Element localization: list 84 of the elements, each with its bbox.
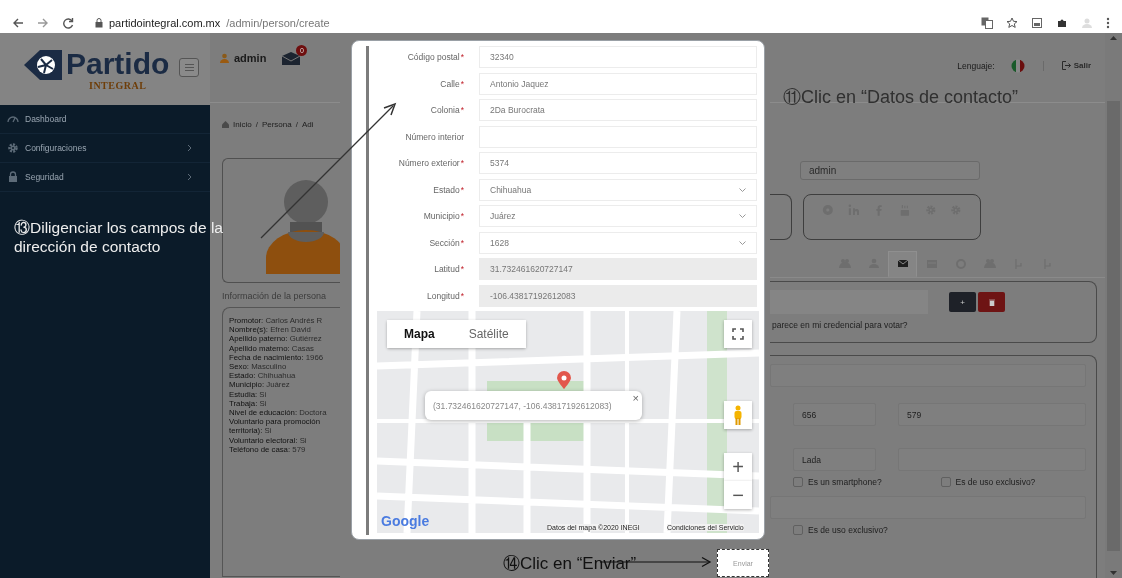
dropdown[interactable]: 1628: [479, 231, 757, 254]
coordinates-text: (31.732461620727147, -106.43817192612083): [433, 400, 612, 411]
sidebar-item[interactable]: Configuraciones: [0, 134, 210, 163]
envelope-icon[interactable]: [281, 50, 302, 65]
lock-icon: [95, 18, 103, 28]
field-label: Municipio*: [422, 211, 464, 221]
breadcrumb-separator: /: [295, 119, 298, 129]
field-label: Número interior: [404, 131, 464, 142]
delete-button[interactable]: [978, 292, 1005, 312]
close-button[interactable]: ×: [632, 392, 639, 404]
logo-subtitle: INTEGRAL: [89, 79, 147, 91]
field-label: Longitud*: [426, 290, 464, 301]
reload-icon[interactable]: [62, 17, 74, 29]
breadcrumb-link[interactable]: Inicio: [233, 119, 252, 129]
chevron-down-icon: [739, 187, 746, 192]
field-label: Sección*: [428, 237, 464, 248]
zoom-in-button[interactable]: +: [724, 453, 752, 481]
gauge-icon: [7, 113, 19, 125]
fullscreen-icon: [732, 328, 744, 340]
user-icon: [220, 52, 229, 63]
field-label: Calle*: [439, 78, 464, 89]
star-icon[interactable]: [1006, 17, 1018, 29]
area-code-field[interactable]: Lada: [793, 448, 876, 471]
chevron-down-icon: [739, 240, 746, 245]
map-type-tab[interactable]: Satélite: [451, 320, 526, 348]
sidebar-item[interactable]: Dashboard: [0, 105, 210, 134]
chevron-down-icon: [739, 214, 746, 218]
trash-icon: [988, 298, 995, 306]
input-field[interactable]: 32340: [479, 46, 757, 68]
pegman-button[interactable]: [724, 401, 752, 429]
logo-wordmark: Partido: [66, 47, 170, 80]
area-code-field[interactable]: 656: [793, 403, 876, 426]
sidebar-item[interactable]: Seguridad: [0, 163, 210, 192]
forward-icon[interactable]: [37, 17, 49, 29]
map-pin-icon: [557, 371, 571, 389]
input-field[interactable]: 31.732461620727147: [479, 258, 757, 280]
map-type-tab[interactable]: Mapa: [387, 320, 452, 348]
input-field[interactable]: 2Da Burocrata: [479, 99, 757, 121]
checkbox-option[interactable]: Es un smartphone?: [793, 477, 941, 487]
language-label: Lenguaje:: [957, 60, 995, 71]
lock-icon: [7, 171, 19, 183]
breadcrumb-link[interactable]: Persona: [261, 119, 292, 129]
panel-edge: [770, 194, 792, 240]
dropdown[interactable]: Juárez: [479, 205, 757, 227]
field-label: Colonia*: [429, 105, 464, 115]
annotation-text: ⑭Clic en “Enviar”: [503, 553, 637, 575]
logout-button[interactable]: Salir: [1061, 61, 1091, 70]
field-label: Latitud*: [433, 264, 464, 274]
field-hint: parece en mi credencial para votar?: [771, 320, 909, 330]
field-label: Código postal*: [406, 52, 464, 62]
home-icon: [222, 120, 229, 128]
avatar-icon[interactable]: [1081, 17, 1093, 29]
phone-number-field[interactable]: 579: [898, 403, 1086, 426]
logout-icon: [1061, 61, 1071, 70]
chevron-icon: [187, 173, 192, 181]
document-icon[interactable]: [1031, 17, 1043, 29]
add-button[interactable]: +: [949, 292, 976, 312]
fullscreen-button[interactable]: [724, 320, 752, 348]
annotation-text: ⑬Diligenciar los campos de la dirección de contacto: [14, 218, 224, 256]
checkbox-option[interactable]: Es de uso exclusivo?: [940, 477, 1088, 487]
checkbox-option[interactable]: Es de uso exclusivo?: [793, 525, 950, 535]
map-logo: Google: [381, 513, 430, 529]
input-field[interactable]: 5374: [479, 152, 757, 174]
annotation-text: ⑪Clic en “Datos de contacto”: [783, 86, 1019, 109]
field-label: Número exterior*: [397, 158, 464, 168]
gear-icon: [7, 142, 19, 154]
input-field[interactable]: -106.43817192612083: [479, 284, 757, 307]
field-label: Estado*: [432, 184, 464, 195]
menu-icon: [184, 63, 194, 71]
username-field[interactable]: admin: [800, 161, 980, 180]
chevron-icon: [187, 144, 192, 152]
breadcrumb-link[interactable]: Adi: [301, 119, 314, 129]
menu-toggle-button[interactable]: [179, 57, 200, 77]
breadcrumb-separator: /: [255, 119, 258, 129]
input-field[interactable]: Antonio Jaquez: [479, 72, 757, 95]
dropdown[interactable]: Chihuahua: [479, 178, 757, 201]
zoom-out-button[interactable]: −: [724, 481, 752, 509]
envelope-icon: [896, 258, 909, 270]
tab[interactable]: [888, 251, 917, 277]
user-name[interactable]: admin: [234, 51, 267, 64]
person-icon: [733, 405, 743, 425]
mexico-flag-icon[interactable]: [1010, 58, 1025, 73]
menu-icon[interactable]: [1106, 17, 1110, 29]
back-icon[interactable]: [12, 17, 24, 29]
